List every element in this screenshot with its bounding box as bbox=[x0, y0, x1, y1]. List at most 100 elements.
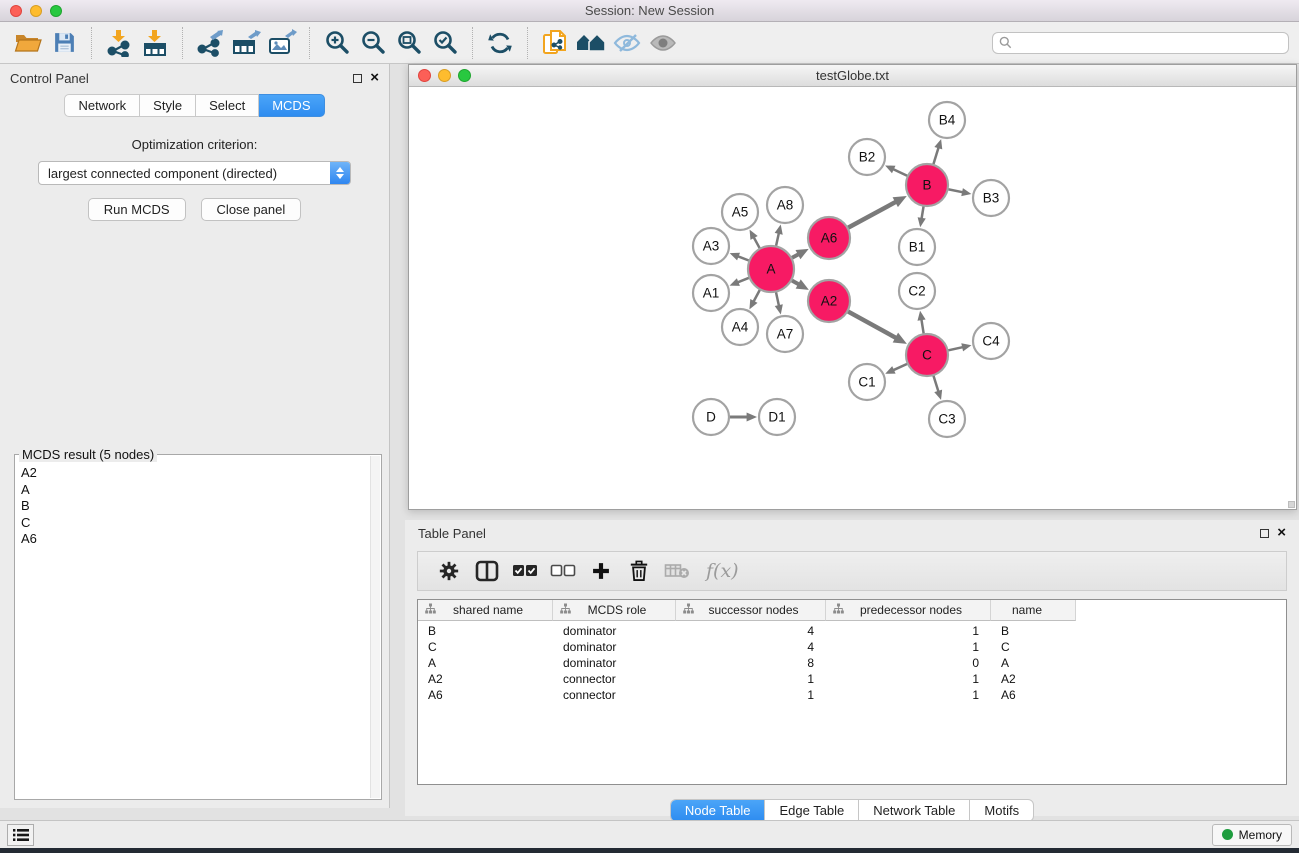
application-window: Session: New Session bbox=[0, 0, 1299, 853]
result-list-scrollbar[interactable] bbox=[370, 456, 380, 798]
network-minimize-button[interactable] bbox=[438, 69, 451, 82]
dropdown-stepper-icon bbox=[330, 162, 350, 184]
close-panel-icon[interactable]: × bbox=[370, 73, 379, 83]
column-header-name[interactable]: name bbox=[991, 600, 1076, 621]
close-window-button[interactable] bbox=[10, 5, 22, 17]
node-label-A1: A1 bbox=[703, 286, 720, 301]
search-icon bbox=[999, 36, 1012, 49]
column-header-successor-nodes[interactable]: successor nodes bbox=[676, 600, 826, 621]
cell-MCDS-role: dominator bbox=[553, 656, 676, 670]
hierarchy-icon bbox=[425, 603, 436, 617]
open-file-icon[interactable] bbox=[10, 27, 46, 59]
network-zoom-button[interactable] bbox=[458, 69, 471, 82]
result-list-item[interactable]: C bbox=[21, 515, 381, 532]
edge-A6-B[interactable] bbox=[846, 202, 896, 229]
result-list-item[interactable]: B bbox=[21, 498, 381, 515]
control-panel-title: Control Panel bbox=[10, 71, 89, 86]
refresh-view-icon[interactable] bbox=[482, 27, 518, 59]
tab-style[interactable]: Style bbox=[140, 94, 196, 117]
node-label-A5: A5 bbox=[732, 205, 749, 220]
result-list-item[interactable]: A2 bbox=[21, 465, 381, 482]
tab-network-table[interactable]: Network Table bbox=[858, 800, 969, 821]
node-label-B4: B4 bbox=[939, 113, 956, 128]
tab-node-table[interactable]: Node Table bbox=[671, 800, 765, 821]
hide-graphics-details-icon[interactable] bbox=[609, 27, 645, 59]
cell-successor-nodes: 4 bbox=[676, 640, 826, 654]
add-column-icon[interactable] bbox=[582, 556, 620, 586]
tab-edge-table[interactable]: Edge Table bbox=[764, 800, 858, 821]
tab-network[interactable]: Network bbox=[64, 94, 140, 117]
cell-name: A2 bbox=[991, 672, 1076, 686]
zoom-fit-icon[interactable] bbox=[391, 27, 427, 59]
cell-name: A6 bbox=[991, 688, 1076, 702]
search-input[interactable] bbox=[1017, 36, 1282, 50]
zoom-window-button[interactable] bbox=[50, 5, 62, 17]
toolbar-separator bbox=[182, 27, 183, 59]
close-panel-button[interactable]: Close panel bbox=[201, 198, 302, 221]
node-label-B: B bbox=[922, 178, 931, 193]
export-table-icon[interactable] bbox=[228, 27, 264, 59]
column-header-shared-name[interactable]: shared name bbox=[418, 600, 553, 621]
resize-grip[interactable] bbox=[1288, 501, 1295, 508]
network-window-title: testGlobe.txt bbox=[816, 68, 889, 83]
deselect-all-columns-icon[interactable] bbox=[544, 556, 582, 586]
float-table-panel-icon[interactable] bbox=[1260, 529, 1269, 538]
table-row[interactable]: Bdominator41B bbox=[418, 623, 1286, 639]
result-list-item[interactable]: A bbox=[21, 482, 381, 499]
node-label-A6: A6 bbox=[821, 231, 838, 246]
table-row[interactable]: Adominator80A bbox=[418, 655, 1286, 671]
criterion-dropdown[interactable]: largest connected component (directed) bbox=[38, 161, 351, 185]
zoom-out-icon[interactable] bbox=[355, 27, 391, 59]
zoom-selected-icon[interactable] bbox=[427, 27, 463, 59]
memory-label: Memory bbox=[1239, 828, 1282, 842]
cell-predecessor-nodes: 1 bbox=[826, 688, 991, 702]
result-list-item[interactable]: A6 bbox=[21, 531, 381, 548]
edge-A2-C[interactable] bbox=[846, 310, 897, 338]
table-row[interactable]: Cdominator41C bbox=[418, 639, 1286, 655]
cell-shared-name: A6 bbox=[418, 688, 553, 702]
select-all-columns-icon[interactable] bbox=[506, 556, 544, 586]
network-canvas[interactable]: B4B2BB3A8A5A6A3B1AC2A1A2A4A7C4CC1C3DD1 bbox=[409, 87, 1296, 509]
memory-button[interactable]: Memory bbox=[1212, 824, 1292, 846]
run-mcds-button[interactable]: Run MCDS bbox=[88, 198, 186, 221]
table-row[interactable]: A6connector11A6 bbox=[418, 687, 1286, 703]
import-network-icon[interactable] bbox=[101, 27, 137, 59]
import-table-icon[interactable] bbox=[137, 27, 173, 59]
home-view-icon[interactable] bbox=[573, 27, 609, 59]
table-body: Bdominator41BCdominator41CAdominator80AA… bbox=[418, 621, 1286, 703]
export-image-icon[interactable] bbox=[264, 27, 300, 59]
edge-arrowhead bbox=[775, 304, 783, 314]
network-close-button[interactable] bbox=[418, 69, 431, 82]
column-header-MCDS-role[interactable]: MCDS role bbox=[553, 600, 676, 621]
table-row[interactable]: A2connector11A2 bbox=[418, 671, 1286, 687]
node-table[interactable]: shared nameMCDS rolesuccessor nodesprede… bbox=[417, 599, 1287, 785]
cell-predecessor-nodes: 1 bbox=[826, 672, 991, 686]
table-panel: Table Panel × bbox=[405, 520, 1299, 816]
zoom-in-icon[interactable] bbox=[319, 27, 355, 59]
tab-motifs[interactable]: Motifs bbox=[969, 800, 1033, 821]
network-graph[interactable]: B4B2BB3A8A5A6A3B1AC2A1A2A4A7C4CC1C3DD1 bbox=[409, 87, 1296, 509]
save-session-icon[interactable] bbox=[46, 27, 82, 59]
split-view-icon[interactable] bbox=[468, 556, 506, 586]
delete-column-icon[interactable] bbox=[620, 556, 658, 586]
minimize-window-button[interactable] bbox=[30, 5, 42, 17]
node-label-C: C bbox=[922, 348, 932, 363]
cell-successor-nodes: 4 bbox=[676, 624, 826, 638]
hierarchy-icon bbox=[560, 603, 571, 617]
close-table-panel-icon[interactable]: × bbox=[1277, 528, 1286, 538]
console-button[interactable] bbox=[7, 824, 34, 846]
cell-predecessor-nodes: 1 bbox=[826, 624, 991, 638]
tab-mcds[interactable]: MCDS bbox=[259, 94, 324, 117]
table-settings-icon[interactable] bbox=[430, 556, 468, 586]
toolbar-separator bbox=[527, 27, 528, 59]
tab-select[interactable]: Select bbox=[196, 94, 259, 117]
network-window-titlebar[interactable]: testGlobe.txt bbox=[409, 65, 1296, 87]
search-field[interactable] bbox=[992, 32, 1289, 54]
column-header-predecessor-nodes[interactable]: predecessor nodes bbox=[826, 600, 991, 621]
float-panel-icon[interactable] bbox=[353, 74, 362, 83]
duplicate-network-icon[interactable] bbox=[537, 27, 573, 59]
export-network-icon[interactable] bbox=[192, 27, 228, 59]
edge-arrowhead bbox=[775, 225, 783, 235]
control-panel-tabs: NetworkStyleSelectMCDS bbox=[0, 94, 389, 117]
show-graphics-details-icon[interactable] bbox=[645, 27, 681, 59]
